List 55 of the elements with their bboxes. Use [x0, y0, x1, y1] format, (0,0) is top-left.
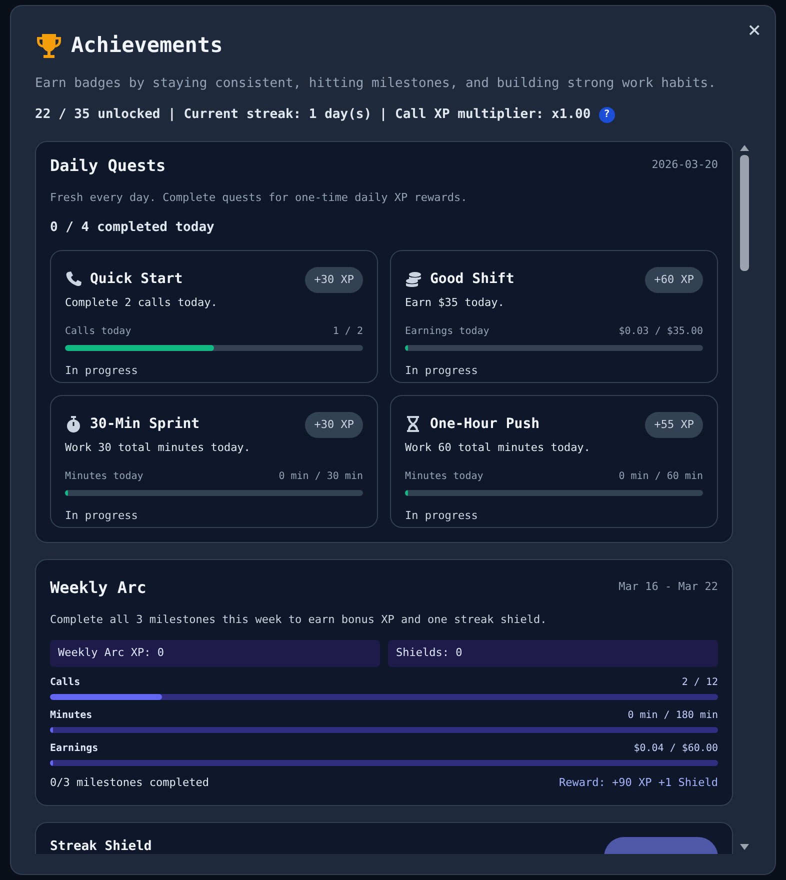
- trophy-icon: [35, 32, 63, 59]
- metric-value: 0 min / 30 min: [278, 470, 363, 484]
- metric-value: $0.03 / $35.00: [618, 324, 703, 338]
- metric-label: Calls today: [65, 324, 132, 338]
- close-button[interactable]: ×: [748, 20, 761, 42]
- quest-status: In progress: [65, 362, 139, 378]
- milestone-value: 0 min / 180 min: [628, 708, 718, 722]
- section-description: Complete all 3 milestones this week to earn bonus XP and one streak shield.: [50, 612, 548, 628]
- stat-chip: Shields: 0: [388, 640, 718, 666]
- section-description: Fresh every day. Complete quests for one-time daily XP rewards.: [50, 190, 468, 206]
- milestone-value: 2 / 12: [682, 676, 718, 690]
- scroll-down-icon[interactable]: [740, 844, 748, 850]
- milestone-summary: 0/3 milestones completed: [50, 774, 209, 790]
- xp-badge: +30 XP: [305, 266, 363, 293]
- quest-status: In progress: [405, 508, 479, 524]
- quest-description: Work 30 total minutes today.: [65, 440, 252, 456]
- quest-title: 30-Min Sprint: [90, 415, 200, 434]
- hourglass-icon: [405, 416, 422, 434]
- metric-label: Earnings today: [405, 324, 490, 338]
- quest-description: Earn $35 today.: [405, 295, 506, 311]
- milestone-label: Minutes: [50, 708, 92, 722]
- metric-value: 1 / 2: [332, 324, 363, 338]
- milestone-label: Earnings: [50, 742, 98, 756]
- milestone-value: $0.04 / $60.00: [634, 742, 718, 756]
- milestone-label: Calls: [50, 676, 80, 690]
- quest-status: In progress: [65, 508, 139, 524]
- section-title: Daily Quests: [50, 154, 166, 176]
- summary-text: 22 / 35 unlocked | Current streak: 1 day(s) | Call XP multiplier: x1.00: [35, 106, 591, 124]
- subtitle: Earn badges by staying consistent, hitting milestones, and building strong work habits.: [35, 74, 717, 92]
- xp-badge: +60 XP: [645, 266, 703, 293]
- scrollbar-thumb[interactable]: [740, 154, 748, 270]
- reward-text: Reward: +90 XP +1 Shield: [559, 774, 718, 790]
- help-icon[interactable]: ?: [598, 106, 615, 123]
- quest-description: Complete 2 calls today.: [65, 295, 218, 311]
- quest-status: In progress: [405, 362, 479, 378]
- modal-title: Achievements: [71, 32, 223, 59]
- section-title: Weekly Arc: [50, 576, 146, 598]
- phone-icon: [65, 271, 82, 288]
- metric-label: Minutes today: [405, 470, 484, 484]
- xp-badge: +55 XP: [645, 412, 703, 438]
- xp-badge: +30 XP: [305, 412, 363, 438]
- quest-description: Work 60 total minutes today.: [405, 440, 592, 456]
- quest-title: Good Shift: [430, 270, 514, 290]
- metric-value: 0 min / 60 min: [618, 470, 703, 484]
- quest-title: One-Hour Push: [430, 415, 540, 434]
- section-title: Streak Shield: [50, 838, 152, 854]
- stat-chip: Weekly Arc XP: 0: [50, 640, 380, 666]
- date-label: 2026-03-20: [652, 157, 718, 174]
- completed-count: 0 / 4 completed today: [50, 219, 216, 237]
- metric-label: Minutes today: [65, 470, 144, 484]
- stopwatch-icon: [65, 416, 82, 434]
- scroll-up-icon[interactable]: [740, 144, 748, 150]
- coins-icon: [405, 271, 422, 288]
- date-range: Mar 16 - Mar 22: [618, 579, 718, 596]
- quest-title: Quick Start: [90, 270, 183, 290]
